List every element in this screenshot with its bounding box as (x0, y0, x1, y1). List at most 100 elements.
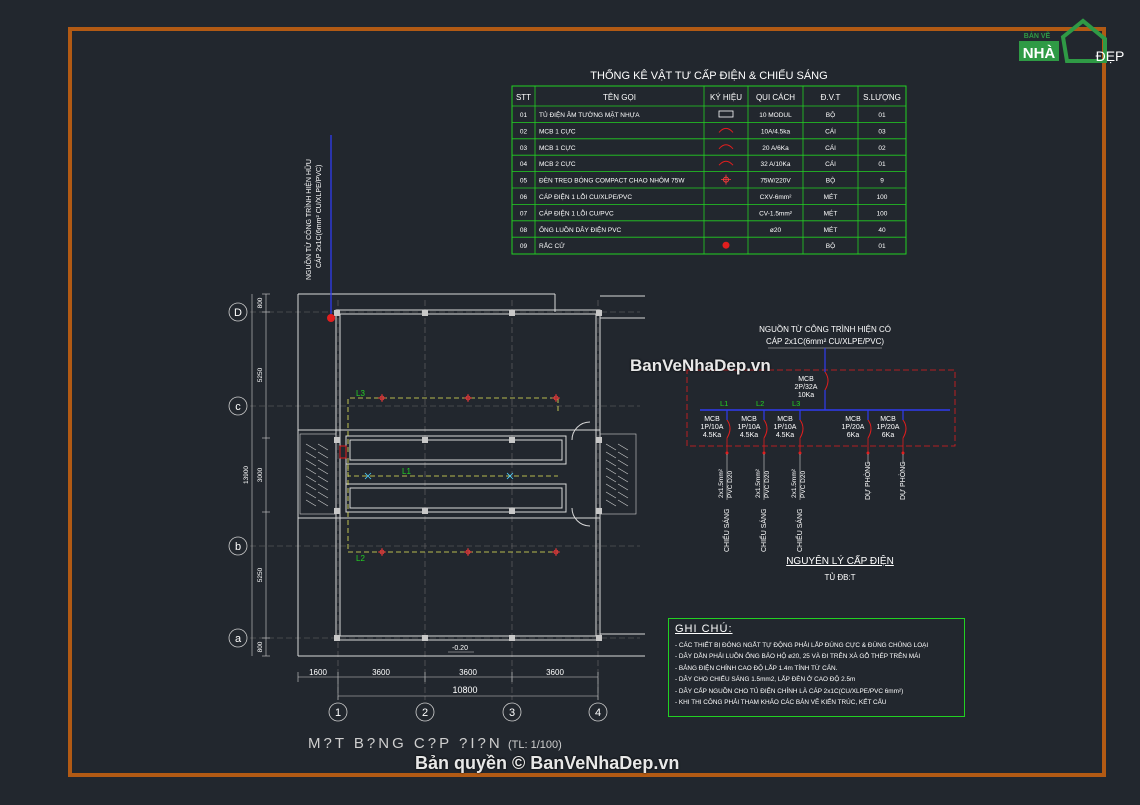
table-cell-unit: BỘ (826, 241, 835, 250)
circuit-label-l3: L3 (356, 389, 365, 398)
table-header: STT (516, 93, 531, 102)
phase-label: L3 (792, 399, 800, 408)
table-cell-name: TỦ ĐIỆN ÂM TƯỜNG MẶT NHỰA (539, 110, 640, 119)
main-mcb-label: MCB (798, 376, 814, 383)
table-header: TÊN GỌI (603, 93, 636, 102)
branch-mcb-icon (726, 419, 731, 439)
building-outline (297, 293, 645, 657)
mcb-icon (718, 160, 734, 166)
table-cell-unit: BỘ (826, 176, 835, 185)
lamp-icon (464, 548, 472, 556)
branch-conduit-label: PVC D20 (764, 471, 771, 498)
table-cell-qty: 02 (878, 145, 886, 152)
branch-cable-label: 2x1.5mm² (791, 468, 798, 498)
table-cell-spec: ø20 (770, 227, 782, 234)
row-axis-bubble: b (228, 536, 248, 556)
note-line: - DÂY CHO CHIẾU SÁNG 1.5mm2, LẮP ĐÈN Ở C… (675, 676, 856, 684)
branch-mcb-label: MCB (880, 416, 896, 423)
main-mcb-label: 2P/32A (795, 384, 818, 391)
table-cell-spec: 20 A/6Ka (762, 145, 789, 152)
note-line: - BẢNG ĐIỆN CHÍNH CAO ĐỘ LẮP 1.4m TÍNH T… (675, 664, 838, 672)
table-header: S.LƯỢNG (863, 93, 901, 102)
table-cell-qty: 40 (878, 227, 886, 234)
socket-icon (327, 314, 335, 322)
lighting-circuits (347, 397, 559, 553)
branch-conduit-label: PVC D20 (727, 471, 734, 498)
branch-circuit: MCB1P/10A4.5Ka 2x1.5mm² PVC D20 CHIẾU SÁNG (701, 410, 734, 552)
table-cell-name: MCB 1 CỰC (539, 128, 576, 135)
mcb-icon (718, 144, 734, 150)
watermark-copyright: Bản quyền © BanVeNhaDep.vn (415, 753, 680, 773)
left-dimension: 3000 (257, 467, 264, 482)
sch-source-2: CÁP 2x1C(6mm² CU/XLPE/PVC) (766, 337, 884, 346)
branch-mcb-label: MCB (777, 416, 793, 423)
row-axis-bubble: c (228, 396, 248, 416)
table-cell-name: ỐNG LUỒN DÂY ĐIỆN PVC (539, 224, 622, 234)
branch-mcb-label: MCB (741, 416, 757, 423)
table-cell-stt: 07 (520, 210, 528, 217)
branch-mcb-label: 1P/10A (701, 424, 724, 431)
main-mcb-icon (824, 371, 829, 391)
table-title: THỐNG KÊ VẬT TƯ CẤP ĐIỆN & CHIẾU SÁNG (590, 68, 827, 82)
material-table: THỐNG KÊ VẬT TƯ CẤP ĐIỆN & CHIẾU SÁNG ST… (511, 68, 907, 255)
table-cell-name: CÁP ĐIỆN 1 LỖI CU/XLPE/PVC (539, 192, 632, 201)
table-cell-unit: MÉT (824, 208, 838, 217)
branch-mcb-label: 6Ka (847, 432, 860, 439)
table-cell-name: MCB 1 CỰC (539, 145, 576, 152)
table-cell-stt: 03 (520, 145, 528, 152)
stair-hatch-right (599, 433, 637, 515)
table-cell-unit: MÉT (824, 225, 838, 234)
bottom-dimension: 3600 (372, 668, 390, 677)
stair-hatch-left (299, 433, 337, 515)
table-cell-name: RẮC CỬ (539, 241, 565, 250)
table-cell-spec: 10A/4.5ka (761, 128, 791, 135)
branch-mcb-label: MCB (845, 416, 861, 423)
row-axis-label: D (234, 307, 242, 319)
table-cell-spec: 75W/220V (760, 178, 791, 185)
notes-title: GHI CHÚ: (675, 623, 733, 635)
table-cell-qty: 100 (877, 210, 888, 217)
branch-mcb-label: 1P/10A (774, 424, 797, 431)
note-line: - DÂY DẪN PHẢI LUỒN ỐNG BẢO HỘ ø20, 25 V… (675, 653, 921, 661)
branch-mcb-label: 4.5Ka (740, 432, 758, 439)
bottom-dimension: 3600 (546, 668, 564, 677)
table-cell-unit: CÁI (825, 126, 836, 135)
branch-cable-label: 2x1.5mm² (718, 468, 725, 498)
col-axis-bubble: 2 (415, 702, 435, 722)
row-axis-bubble: a (228, 628, 248, 648)
branch-mcb-icon (867, 419, 872, 439)
table-cell-qty: 100 (877, 194, 888, 201)
col-axis-label: 4 (595, 707, 601, 719)
lamp-icon (721, 174, 731, 185)
branch-mcb-label: 1P/10A (738, 424, 761, 431)
lamp-icon (378, 548, 386, 556)
lamp-group (364, 394, 560, 556)
plan-source-label-2: CÁP 2x1C(6mm² CU/XLPE/PVC) (314, 165, 323, 268)
branch-load-label: CHIẾU SÁNG (721, 508, 731, 552)
table-cell-qty: 03 (878, 128, 886, 135)
left-dimension: 5250 (257, 367, 264, 382)
plug-icon (722, 241, 730, 249)
bottom-dimension: 1600 (309, 668, 327, 677)
table-cell-stt: 02 (520, 128, 528, 135)
table-cell-qty: 01 (878, 112, 886, 119)
branch-load-label: DỰ PHÒNG (863, 461, 872, 500)
table-cell-stt: 01 (520, 112, 528, 119)
table-cell-qty: 01 (878, 161, 886, 168)
drawing-canvas: THỐNG KÊ VẬT TƯ CẤP ĐIỆN & CHIẾU SÁNG ST… (228, 68, 956, 752)
distribution-board-outline (686, 369, 956, 447)
bottom-dimension: 3600 (459, 668, 477, 677)
row-axis-label: c (235, 401, 241, 413)
table-cell-spec: 10 MODUL (759, 112, 792, 119)
branch-load-label: CHIẾU SÁNG (758, 508, 768, 552)
phase-label: L1 (720, 399, 728, 408)
table-cell-name: MCB 2 CỰC (539, 161, 576, 168)
col-axis-label: 3 (509, 707, 515, 719)
branch-mcb-label: 4.5Ka (703, 432, 721, 439)
circuit-label-l1: L1 (402, 467, 411, 476)
notes-box: GHI CHÚ: - CÁC THIẾT BỊ ĐÓNG NGẮT TỰ ĐỘN… (668, 618, 965, 717)
note-line: - DÂY CẤP NGUỒN CHO TỦ ĐIỆN CHÍNH LÀ CÁP… (675, 687, 904, 695)
row-axis-label: b (235, 541, 241, 553)
branch-mcb-icon (902, 419, 907, 439)
row-axis-bubble: D (228, 302, 248, 322)
